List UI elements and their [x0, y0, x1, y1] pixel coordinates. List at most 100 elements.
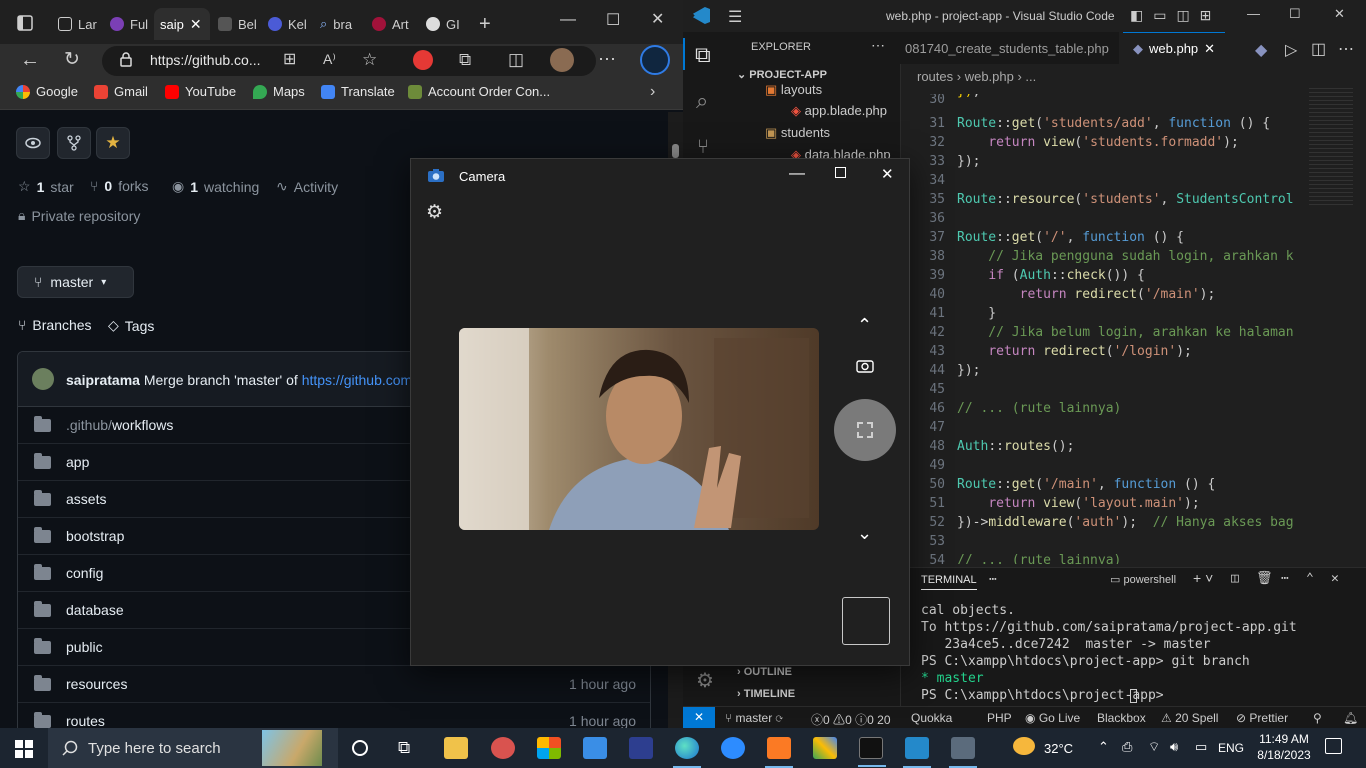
status-problems[interactable]: ⓧ0 ⚠0 ⓘ0 20: [811, 711, 891, 728]
devhome-icon[interactable]: [629, 737, 653, 759]
remote-icon[interactable]: ✕: [683, 707, 715, 728]
author-avatar[interactable]: [32, 368, 54, 390]
tab-8[interactable]: GI: [420, 8, 470, 40]
split-editor-icon[interactable]: ◫: [1311, 39, 1326, 59]
language-indicator[interactable]: ENG: [1218, 741, 1244, 755]
notifications-icon[interactable]: 🔔︎: [1343, 711, 1358, 725]
commit-message[interactable]: Merge branch 'master' of: [144, 372, 298, 388]
status-spell[interactable]: ⚠ 20 Spell: [1161, 711, 1218, 725]
code-editor[interactable]: 30}); 31Route::get('students/add', funct…: [901, 94, 1366, 564]
cortana-icon[interactable]: [352, 740, 368, 756]
terminal-icon[interactable]: [858, 737, 886, 767]
timeline-section[interactable]: › TIMELINE: [737, 688, 795, 700]
branch-select-button[interactable]: ⑂ master ▾: [17, 266, 134, 298]
more-icon[interactable]: ⋯: [598, 50, 616, 68]
tab-web-php[interactable]: ◆ web.php ✕: [1123, 32, 1226, 64]
bing-icon[interactable]: [640, 45, 670, 75]
layout-toggle-icons[interactable]: ◧▭◫⊞: [1130, 7, 1221, 24]
photo-mode-icon[interactable]: [856, 358, 874, 373]
menu-icon[interactable]: ☰: [728, 7, 742, 27]
app-icon[interactable]: [813, 737, 837, 759]
minimize-icon[interactable]: —: [789, 165, 805, 183]
new-terminal-icon[interactable]: + ˅: [1193, 570, 1213, 586]
edge-icon[interactable]: [673, 737, 701, 768]
close-tab-icon[interactable]: ✕: [190, 16, 202, 33]
tab-5[interactable]: Kel: [262, 8, 310, 40]
tab-actions-icon[interactable]: [17, 15, 33, 31]
tab-1[interactable]: Lar: [52, 8, 100, 40]
store-icon[interactable]: [537, 737, 561, 759]
close-panel-icon[interactable]: ✕: [1331, 571, 1339, 586]
trash-icon[interactable]: 🗑︎: [1256, 571, 1273, 586]
settings-icon[interactable]: ⚙: [696, 668, 714, 693]
search-icon[interactable]: ⌕: [696, 88, 708, 114]
volume-icon[interactable]: 🔊︎: [1170, 739, 1178, 755]
maximize-icon[interactable]: ☐: [1289, 6, 1301, 22]
tree-item-layouts[interactable]: ▣ layouts: [765, 82, 822, 98]
chevron-up-icon[interactable]: ⌃: [1098, 739, 1109, 755]
split-screen-icon[interactable]: ◫: [508, 51, 524, 68]
terminal-panel[interactable]: TERMINAL ⋯ ▭ powershell + ˅ ◫ 🗑︎ ⋯ ⌃ ✕ c…: [901, 567, 1366, 706]
status-language[interactable]: PHP: [987, 711, 1012, 725]
tab-create-students-table[interactable]: 081740_create_students_table.php: [895, 32, 1119, 64]
file-row[interactable]: routes 1 hour ago: [18, 703, 650, 728]
close-tab-icon[interactable]: ✕: [1204, 41, 1215, 57]
lock-icon[interactable]: [120, 52, 132, 67]
xampp-icon[interactable]: [765, 737, 793, 768]
run-icon[interactable]: ▷: [1285, 40, 1297, 60]
php-elephant-icon[interactable]: ◆: [1255, 40, 1267, 60]
chevron-down-icon[interactable]: ⌄: [857, 523, 872, 544]
camera-icon[interactable]: [949, 737, 977, 768]
read-aloud-icon[interactable]: A⁾: [323, 52, 336, 66]
tree-item-app-blade[interactable]: ◈ app.blade.php: [791, 103, 887, 119]
extensions-icon[interactable]: ⧉: [459, 51, 471, 68]
breadcrumb[interactable]: routes › web.php › ...: [917, 69, 1036, 84]
battery-icon[interactable]: ▭: [1195, 739, 1207, 755]
chevron-up-icon[interactable]: ⌃: [857, 315, 872, 336]
status-branch[interactable]: ⑂ master ⟳: [725, 711, 783, 725]
zoom-icon[interactable]: [721, 737, 745, 759]
outline-section[interactable]: › OUTLINE: [737, 666, 792, 678]
bookmark-gmail[interactable]: Gmail: [94, 84, 148, 99]
back-icon[interactable]: ←: [20, 50, 40, 70]
tree-item-students[interactable]: ▣ students: [765, 125, 830, 141]
shell-selector[interactable]: ▭ powershell: [1110, 573, 1176, 586]
commit-author[interactable]: saipratama: [66, 372, 140, 388]
project-folder[interactable]: ⌄ PROJECT-APP: [737, 68, 827, 81]
close-icon[interactable]: ✕: [1334, 6, 1345, 22]
more-icon[interactable]: ⋯: [1281, 571, 1289, 586]
commit-link[interactable]: https://github.com: [302, 372, 413, 388]
accounts-icon[interactable]: ⚲: [1313, 711, 1322, 725]
taskbar-clock[interactable]: 11:49 AM 8/18/2023: [1244, 731, 1324, 763]
tab-2[interactable]: Ful: [104, 8, 154, 40]
weather-icon[interactable]: [1013, 737, 1035, 755]
tab-6[interactable]: ⌕ bra: [314, 8, 364, 40]
minimize-icon[interactable]: —: [560, 12, 576, 28]
maximize-icon[interactable]: ☐: [606, 13, 620, 29]
settings-icon[interactable]: ⚙: [426, 201, 443, 224]
task-view-icon[interactable]: ⧉: [398, 738, 410, 758]
watch-button[interactable]: [16, 127, 50, 159]
temperature[interactable]: 32°C: [1044, 741, 1073, 756]
vscode-icon[interactable]: [903, 737, 931, 768]
terminal-tab[interactable]: TERMINAL: [921, 574, 977, 590]
source-control-icon[interactable]: ⑂: [697, 136, 709, 159]
status-golive[interactable]: ◉ Go Live: [1025, 711, 1080, 725]
minimize-icon[interactable]: —: [1247, 6, 1260, 21]
fork-button[interactable]: [57, 127, 91, 159]
tags-link[interactable]: ◇ Tags: [108, 317, 154, 334]
bookmark-google[interactable]: Google: [16, 84, 78, 99]
star-button[interactable]: ★: [96, 127, 130, 159]
explorer-icon[interactable]: ⧉: [695, 42, 711, 68]
file-explorer-icon[interactable]: [444, 737, 468, 759]
split-terminal-icon[interactable]: ◫: [1231, 571, 1239, 586]
start-button[interactable]: [15, 740, 33, 758]
activity-link[interactable]: ∿ Activity: [276, 178, 338, 195]
notification-center-icon[interactable]: [1325, 738, 1342, 754]
mail-icon[interactable]: [583, 737, 607, 759]
url-text[interactable]: https://github.co...: [150, 52, 261, 68]
more-actions-icon[interactable]: ⋯: [871, 37, 885, 54]
bookmark-account-order[interactable]: Account Order Con...: [408, 84, 550, 99]
watching-link[interactable]: ◉ 1 watching: [172, 178, 259, 195]
last-capture-thumbnail[interactable]: [842, 597, 890, 645]
